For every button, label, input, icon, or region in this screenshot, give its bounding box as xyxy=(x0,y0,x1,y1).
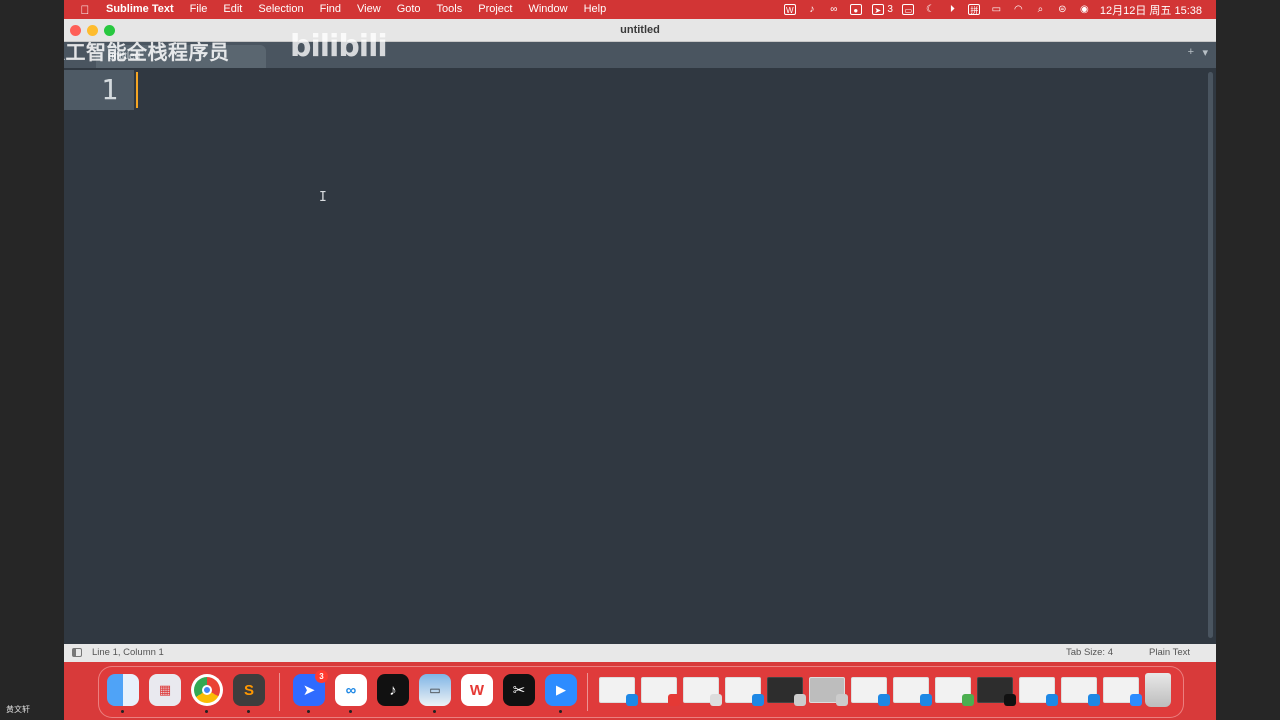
zoom-icon[interactable]: ▶ xyxy=(545,674,577,713)
line-number: 1 xyxy=(101,73,118,106)
input-method-icon[interactable]: 拼 xyxy=(968,3,981,16)
dock: ▦ S ➤ 3 ∞ ♪ ▭ W ✂ ▶ xyxy=(98,666,1184,718)
menu-bar:  Sublime Text File Edit Selection Find … xyxy=(64,0,1216,19)
menu-tools[interactable]: Tools xyxy=(429,0,471,19)
title-bar[interactable]: untitled xyxy=(64,19,1216,42)
status-bar: Line 1, Column 1 Tab Size: 4 Plain Text xyxy=(64,644,1216,662)
minimized-window-thumbnail[interactable] xyxy=(851,677,890,706)
syntax-indicator[interactable]: Plain Text xyxy=(1149,644,1190,662)
minimized-window-thumbnail[interactable] xyxy=(977,677,1016,706)
battery-icon[interactable]: ▭ xyxy=(990,3,1003,16)
tiktok-icon[interactable]: ♪ xyxy=(377,674,409,706)
editor-area[interactable]: 1 I xyxy=(64,68,1216,644)
wps-office-icon[interactable]: W xyxy=(461,674,493,706)
menu-view[interactable]: View xyxy=(349,0,389,19)
uploader-name: 黄文轩 xyxy=(6,705,30,714)
minimized-window-thumbnail[interactable] xyxy=(599,677,638,706)
menu-find[interactable]: Find xyxy=(312,0,349,19)
capcut-icon[interactable]: ✂ xyxy=(503,674,535,706)
right-letterbox xyxy=(1216,0,1280,720)
feishu-icon[interactable]: ➤ 3 xyxy=(293,670,328,713)
apple-menu-icon[interactable]:  xyxy=(72,3,98,17)
menu-selection[interactable]: Selection xyxy=(250,0,311,19)
window-title: untitled xyxy=(620,24,660,36)
ibeam-cursor-icon: I xyxy=(319,190,327,205)
sublime-window: untitled untitled + ▾ 1 I Line 1, Column… xyxy=(64,19,1216,662)
finder-icon[interactable] xyxy=(107,674,139,713)
tab-size-indicator[interactable]: Tab Size: 4 xyxy=(1066,644,1113,662)
vertical-scrollbar[interactable] xyxy=(1208,72,1213,638)
menu-project[interactable]: Project xyxy=(470,0,520,19)
minimized-window-thumbnail[interactable] xyxy=(1103,677,1142,706)
cursor-position[interactable]: Line 1, Column 1 xyxy=(92,644,164,662)
bilibili-logo: bilibili xyxy=(290,29,388,64)
new-tab-icon[interactable]: + xyxy=(1188,46,1194,58)
menu-goto[interactable]: Goto xyxy=(389,0,429,19)
minimized-window-thumbnail[interactable] xyxy=(725,677,764,706)
siri-icon[interactable]: ◉ xyxy=(1078,3,1091,16)
feishu-tray-icon[interactable]: ➤ xyxy=(871,3,884,16)
minimized-window-thumbnail[interactable] xyxy=(809,677,848,706)
moon-icon[interactable]: ☾ xyxy=(924,3,937,16)
minimized-window-thumbnail[interactable] xyxy=(1061,677,1100,706)
launchpad-icon[interactable]: ▦ xyxy=(149,674,181,706)
trash-icon[interactable] xyxy=(1145,673,1171,707)
preview-icon[interactable]: ▭ xyxy=(419,674,451,713)
status-tray: W ♪ ∞ ● ➤ 3 ▭ ☾ ⏵ 拼 ▭ ◠ ⌕ ⊜ ◉ 12月12日 周五 … xyxy=(783,0,1202,19)
sublime-text-icon[interactable]: S xyxy=(233,674,265,713)
side-panel-toggle-icon[interactable] xyxy=(72,648,82,657)
menu-help[interactable]: Help xyxy=(576,0,615,19)
chrome-icon[interactable] xyxy=(191,674,223,713)
minimized-window-thumbnail[interactable] xyxy=(683,677,722,706)
minimized-window-thumbnail[interactable] xyxy=(935,677,974,706)
search-icon[interactable]: ⌕ xyxy=(1034,3,1047,16)
left-letterbox xyxy=(0,0,64,720)
menu-window[interactable]: Window xyxy=(520,0,575,19)
minimized-window-thumbnail[interactable] xyxy=(1019,677,1058,706)
dock-separator xyxy=(279,673,280,711)
baidu-netdisk-icon[interactable]: ∞ xyxy=(335,674,367,713)
tab-list-chevron-icon[interactable]: ▾ xyxy=(1202,46,1208,59)
wps-tray-icon[interactable]: W xyxy=(783,3,796,16)
cloud-tray-icon[interactable]: ∞ xyxy=(827,3,840,16)
notification-badge: 3 xyxy=(315,670,328,683)
tray-badge-count: 3 xyxy=(887,4,893,15)
minimized-window-thumbnail[interactable] xyxy=(641,677,680,706)
channel-watermark: AI人工智能全栈程序员 xyxy=(64,42,230,64)
mac-screen:  Sublime Text File Edit Selection Find … xyxy=(64,0,1216,720)
menu-file[interactable]: File xyxy=(182,0,216,19)
tiktok-tray-icon[interactable]: ♪ xyxy=(805,3,818,16)
control-center-icon[interactable]: ⊜ xyxy=(1056,3,1069,16)
minimized-window-thumbnail[interactable] xyxy=(893,677,932,706)
record-tray-icon[interactable]: ● xyxy=(849,3,862,16)
minimized-window-thumbnail[interactable] xyxy=(767,677,806,706)
display-tray-icon[interactable]: ▭ xyxy=(902,3,915,16)
text-caret xyxy=(136,72,138,108)
menubar-clock[interactable]: 12月12日 周五 15:38 xyxy=(1100,2,1202,18)
play-icon[interactable]: ⏵ xyxy=(946,3,959,16)
menu-edit[interactable]: Edit xyxy=(215,0,250,19)
menu-app-name[interactable]: Sublime Text xyxy=(98,0,182,19)
wifi-icon[interactable]: ◠ xyxy=(1012,3,1025,16)
tab-bar: untitled + ▾ xyxy=(64,42,1216,68)
dock-separator-windows xyxy=(587,673,588,711)
